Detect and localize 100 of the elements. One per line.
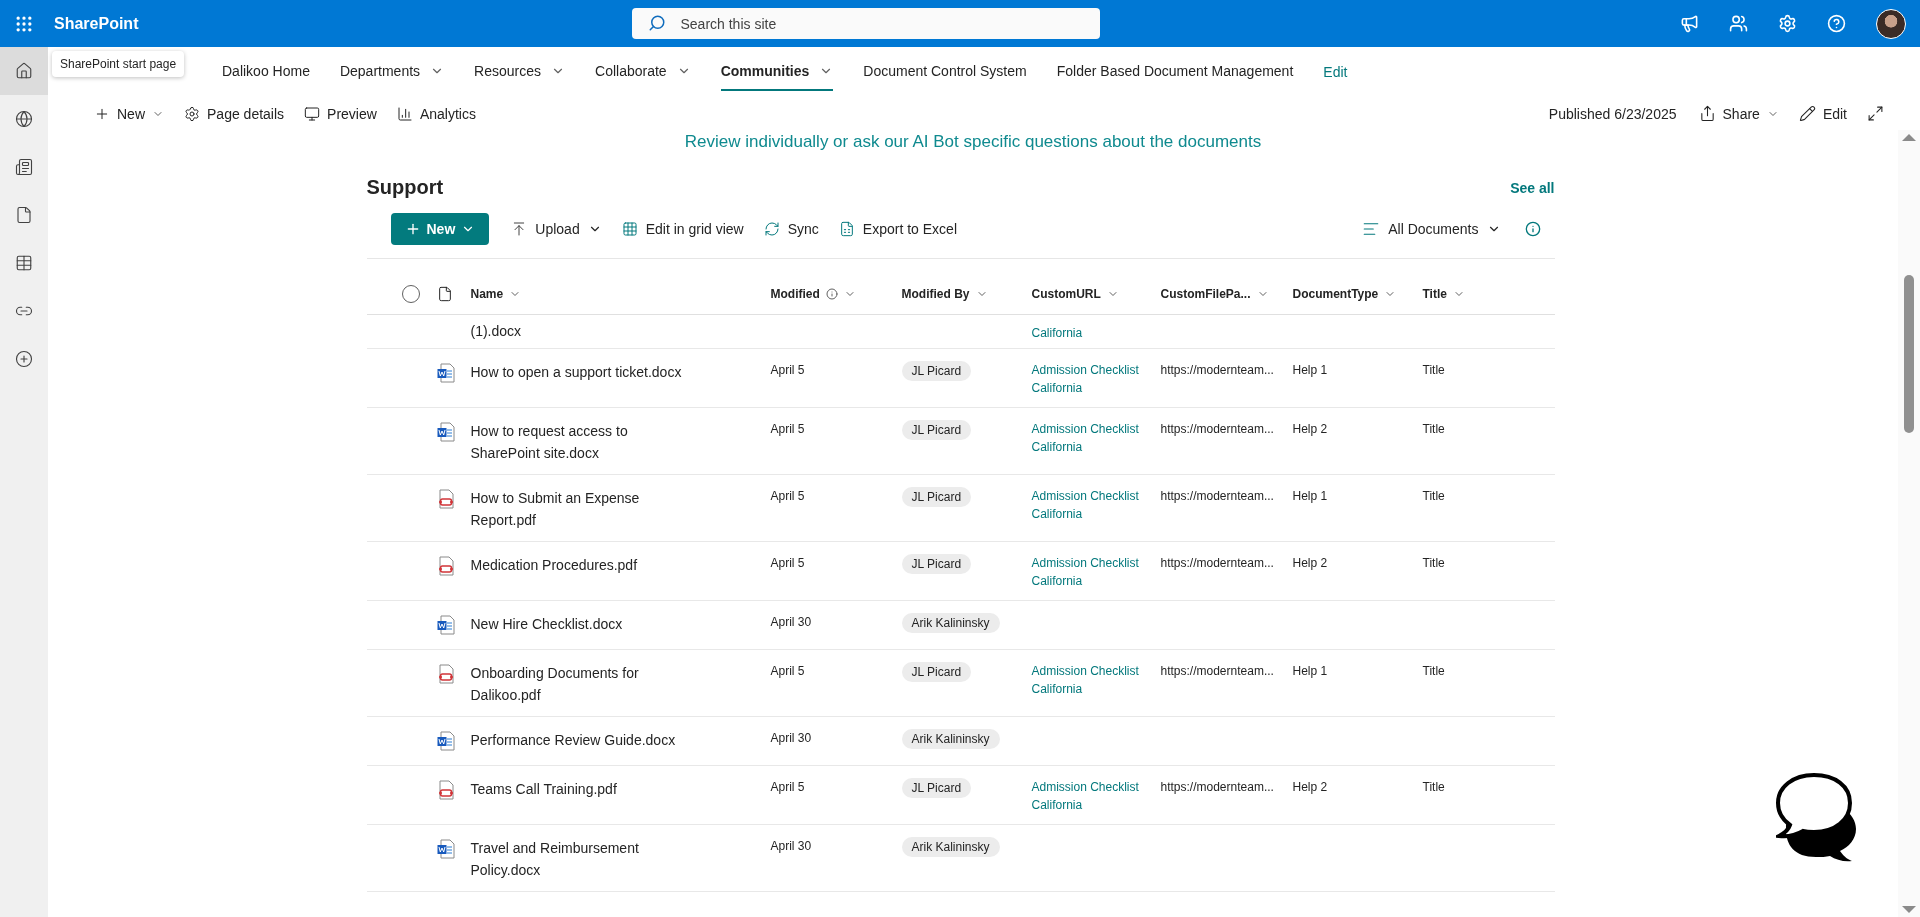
custom-url-link[interactable]: Admission Checklist California bbox=[1031, 487, 1144, 523]
person-chip[interactable]: JL Picard bbox=[901, 662, 972, 682]
share-icon bbox=[1698, 105, 1716, 122]
upload-button[interactable]: Upload bbox=[503, 216, 610, 241]
nav-link[interactable]: Collaborate bbox=[595, 53, 691, 91]
people-icon[interactable] bbox=[1729, 14, 1748, 33]
custom-url-link[interactable]: Admission Checklist California bbox=[1031, 554, 1144, 590]
rail-button[interactable] bbox=[0, 47, 48, 95]
monitor-icon bbox=[304, 105, 321, 122]
word-file-icon bbox=[436, 363, 455, 383]
word-file-icon bbox=[436, 839, 455, 859]
chart-icon bbox=[396, 105, 413, 122]
word-file-icon bbox=[436, 731, 455, 751]
person-chip[interactable]: JL Picard bbox=[901, 361, 972, 381]
column-header[interactable]: Modified By bbox=[901, 286, 988, 301]
person-chip[interactable]: JL Picard bbox=[901, 420, 972, 440]
file-name-link[interactable]: Travel and Reimbursement Policy.docx bbox=[470, 837, 693, 881]
sync-icon bbox=[763, 220, 780, 237]
help-icon[interactable] bbox=[1827, 14, 1846, 33]
modified-date: April 5 bbox=[770, 663, 806, 680]
scroll-up-icon[interactable] bbox=[1902, 134, 1916, 141]
person-chip[interactable]: Arik Kalininsky bbox=[901, 837, 1000, 857]
expand-icon bbox=[1867, 105, 1884, 122]
preview-button[interactable]: Preview bbox=[294, 101, 387, 126]
pdf-file-icon bbox=[436, 556, 455, 576]
person-chip[interactable]: JL Picard bbox=[901, 554, 972, 574]
modified-date: April 5 bbox=[770, 421, 806, 438]
file-name-link[interactable]: (1).docx bbox=[470, 320, 693, 342]
nav-link[interactable]: Communities bbox=[720, 53, 834, 91]
document-type: Help 1 bbox=[1292, 488, 1329, 505]
nav-link[interactable]: Document Control System bbox=[863, 53, 1027, 91]
column-header[interactable]: Name bbox=[470, 286, 522, 301]
file-name-link[interactable]: Performance Review Guide.docx bbox=[470, 729, 693, 751]
column-header[interactable]: DocumentType bbox=[1292, 286, 1397, 301]
file-name-link[interactable]: Medication Procedures.pdf bbox=[470, 554, 693, 576]
column-header[interactable]: CustomFilePa... bbox=[1160, 286, 1269, 301]
custom-url-link[interactable]: Admission Checklist California bbox=[1031, 662, 1144, 698]
scroll-down-icon[interactable] bbox=[1902, 906, 1916, 913]
avatar[interactable] bbox=[1876, 8, 1906, 39]
modified-date: April 30 bbox=[770, 730, 813, 747]
file-name-link[interactable]: New Hire Checklist.docx bbox=[470, 613, 693, 635]
file-path: https://modernteam... bbox=[1160, 421, 1275, 438]
app-title[interactable]: SharePoint bbox=[54, 14, 139, 33]
word-file-icon bbox=[436, 615, 455, 635]
edit-link[interactable]: Edit bbox=[1323, 64, 1348, 80]
modified-date: April 5 bbox=[770, 362, 806, 379]
person-chip[interactable]: JL Picard bbox=[901, 487, 972, 507]
gear-icon bbox=[184, 105, 200, 122]
column-header[interactable]: CustomURL bbox=[1031, 286, 1119, 301]
sync-button[interactable]: Sync bbox=[755, 216, 827, 241]
custom-url-link[interactable]: Admission Checklist California bbox=[1031, 778, 1144, 814]
person-chip[interactable]: Arik Kalininsky bbox=[901, 729, 1000, 749]
file-name-link[interactable]: How to open a support ticket.docx bbox=[470, 361, 693, 383]
nav-link[interactable]: Departments bbox=[339, 53, 445, 91]
grid-button[interactable]: Edit in grid view bbox=[613, 216, 752, 241]
document-type: Help 2 bbox=[1292, 421, 1329, 438]
new-button[interactable]: New bbox=[84, 101, 174, 126]
settings-icon[interactable] bbox=[1778, 14, 1797, 33]
word-file-icon bbox=[436, 422, 455, 442]
file-path: https://modernteam... bbox=[1160, 555, 1275, 572]
title-cell-text: Title bbox=[1422, 555, 1446, 572]
grid-icon bbox=[621, 220, 638, 237]
file-name-link[interactable]: How to Submit an Expense Report.pdf bbox=[470, 487, 693, 531]
search-field[interactable]: Search this site bbox=[632, 8, 1101, 39]
file-icon bbox=[15, 206, 33, 224]
document-type: Help 1 bbox=[1292, 362, 1329, 379]
info-icon[interactable] bbox=[1524, 220, 1541, 237]
document-type: Help 2 bbox=[1292, 555, 1329, 572]
tagline: Review individually or ask our AI Bot specific questions about the documents bbox=[684, 132, 1262, 152]
file-name-link[interactable]: Onboarding Documents for Dalikoo.pdf bbox=[470, 662, 693, 706]
document-type: Help 1 bbox=[1292, 663, 1329, 680]
excel-button[interactable]: Export to Excel bbox=[830, 216, 965, 241]
column-header[interactable]: Modified bbox=[770, 286, 856, 301]
custom-url-link[interactable]: Admission Checklist California bbox=[1031, 420, 1144, 456]
nav-link[interactable]: Dalikoo Home bbox=[222, 53, 310, 91]
file-type-icon bbox=[436, 285, 453, 302]
person-chip[interactable]: JL Picard bbox=[901, 778, 972, 798]
file-name-link[interactable]: Teams Call Training.pdf bbox=[470, 778, 693, 800]
nav-link[interactable]: Folder Based Document Management bbox=[1056, 53, 1294, 91]
custom-url-link[interactable]: California bbox=[1031, 324, 1144, 342]
title-cell-text: Title bbox=[1422, 779, 1446, 796]
page-details-button[interactable]: Page details bbox=[174, 101, 295, 126]
megaphone-icon[interactable] bbox=[1680, 14, 1699, 33]
file-path: https://modernteam... bbox=[1160, 663, 1275, 680]
analytics-button[interactable]: Analytics bbox=[386, 101, 486, 126]
file-path: https://modernteam... bbox=[1160, 779, 1275, 796]
share-button[interactable]: Share bbox=[1688, 101, 1789, 126]
document-type: Help 2 bbox=[1292, 779, 1329, 796]
custom-url-link[interactable]: Admission Checklist California bbox=[1031, 361, 1144, 397]
see-all-link[interactable]: See all bbox=[1510, 179, 1555, 196]
pdf-file-icon bbox=[436, 489, 455, 509]
column-header[interactable]: Title bbox=[1422, 286, 1465, 301]
edit-button[interactable]: Edit bbox=[1788, 101, 1857, 126]
person-chip[interactable]: Arik Kalininsky bbox=[901, 613, 1000, 633]
nav-link[interactable]: Resources bbox=[474, 53, 565, 91]
scroll-thumb[interactable] bbox=[1904, 274, 1914, 433]
file-name-link[interactable]: How to request access to SharePoint site.docx bbox=[470, 420, 693, 464]
new-button[interactable]: New bbox=[390, 212, 490, 245]
published-date: Published 6/23/2025 bbox=[1548, 105, 1677, 122]
view-selector[interactable]: All Documents bbox=[1354, 215, 1509, 242]
